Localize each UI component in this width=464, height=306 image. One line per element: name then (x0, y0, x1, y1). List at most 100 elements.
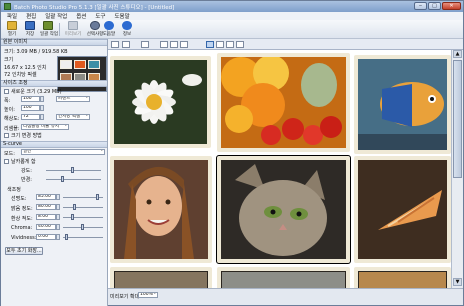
zoom-select[interactable]: 100% (138, 292, 158, 298)
menu-edit[interactable]: 편집 (26, 12, 36, 20)
photo-shell[interactable] (354, 156, 451, 263)
source-dpi: 72 인치당 픽셀 (4, 72, 37, 78)
source-size-text: 크기: 3.09 MB / 919.58 KB (4, 49, 68, 55)
resample-select[interactable]: 리샘플링 비율 유지 (21, 124, 69, 130)
menu-help[interactable]: 도움말 (115, 12, 130, 20)
width-input[interactable]: 100 (21, 96, 40, 102)
info-button[interactable]: 정보 (119, 21, 135, 38)
photo-woman[interactable] (110, 156, 212, 263)
forward-icon[interactable] (122, 41, 130, 48)
app-icon (4, 3, 11, 10)
brightness-spinner[interactable] (56, 194, 60, 200)
scroll-down-arrow[interactable]: ▼ (453, 278, 462, 286)
single-view-icon[interactable] (226, 41, 234, 48)
thumbnail-photo (88, 60, 100, 69)
settings-panel: 원본 이미지 크기: 3.09 MB / 919.58 KB 크기 16.67 … (1, 39, 108, 306)
open-button[interactable]: 열기 (4, 21, 20, 38)
source-resolution: 16.67 x 12.5 인치 (4, 65, 47, 71)
width-label: 폭: (4, 98, 11, 104)
hue-slider-track[interactable] (63, 217, 103, 218)
help-button[interactable]: 도움말 (101, 21, 117, 38)
menu-file[interactable]: 파일 (7, 12, 17, 20)
status-bar: 미리보기 확대: 100% (108, 288, 463, 305)
brightness-label: 선명도: (11, 196, 27, 202)
hue-label: 환상 적도: (11, 216, 33, 222)
width-spinner[interactable] (40, 96, 44, 102)
brightness-slider-thumb[interactable] (96, 194, 99, 200)
photo-partial-1[interactable] (110, 267, 212, 288)
vividness-slider-thumb[interactable] (65, 234, 68, 240)
photo-cat[interactable] (216, 155, 351, 264)
actual-size-icon[interactable] (180, 41, 188, 48)
compare-view-icon[interactable] (216, 41, 224, 48)
crop-icon[interactable] (141, 41, 149, 48)
photo-fruits[interactable] (217, 53, 350, 152)
hue-input[interactable]: 8.00 (36, 214, 56, 220)
open-folder-icon (7, 21, 17, 30)
radius-slider-track[interactable] (46, 179, 101, 180)
mode-select[interactable]: 일반 (21, 149, 105, 155)
toolbar-separator (59, 23, 60, 36)
batch-button[interactable]: 일괄 작업 (40, 21, 58, 38)
title-bar[interactable]: Batch Photo Studio Pro 5.1.3 [일괄 사진 스튜디오… (1, 1, 463, 12)
fit-height-icon[interactable] (170, 41, 178, 48)
resolution-input[interactable]: 72 (21, 114, 40, 120)
height-spinner[interactable] (40, 105, 44, 111)
width-unit-select[interactable]: 퍼센트 (56, 96, 90, 102)
vividness-slider-track[interactable] (63, 237, 103, 238)
photo-partial-3[interactable] (354, 267, 451, 288)
filter-section-header[interactable]: S-curve (1, 141, 107, 148)
photo-fish[interactable] (354, 55, 451, 154)
list-view-icon[interactable] (236, 41, 244, 48)
contrast-label: 밝음 정도: (11, 206, 33, 212)
fruits-image (221, 57, 346, 148)
fit-width-icon[interactable] (160, 41, 168, 48)
grid-view-icon[interactable] (206, 41, 214, 48)
hue-slider-thumb[interactable] (71, 214, 74, 220)
back-icon[interactable] (111, 41, 119, 48)
vertical-scrollbar[interactable]: ▲ ▼ (451, 50, 463, 288)
contrast-input[interactable]: 80.00 (36, 204, 56, 210)
reset-all-button[interactable]: 모두 초기 화장... (5, 247, 43, 255)
application-window: Batch Photo Studio Pro 5.1.3 [일괄 사진 스튜디오… (0, 0, 464, 306)
preview-icon (68, 21, 78, 30)
contrast-spinner[interactable] (56, 204, 60, 210)
chroma-input[interactable]: 40.00 (36, 224, 56, 230)
vividness-spinner[interactable] (56, 234, 60, 240)
photo-daisy[interactable] (110, 56, 211, 148)
maximize-button[interactable]: □ (428, 2, 441, 10)
radius-slider-thumb[interactable] (61, 176, 64, 182)
height-input[interactable]: 100 (21, 105, 40, 111)
photo-partial-2[interactable] (217, 267, 350, 288)
close-button[interactable]: ✕ (442, 2, 461, 10)
vividness-label: Vividness: (11, 235, 37, 241)
sharpen-checkbox[interactable] (4, 159, 9, 164)
menu-batch[interactable]: 일괄 작업 (45, 12, 67, 20)
keep-ratio-checkbox[interactable] (4, 133, 9, 138)
strength-slider-thumb[interactable] (71, 167, 74, 173)
menu-options[interactable]: 옵션 (76, 12, 86, 20)
daisy-image (114, 60, 207, 144)
adjust-section-label: 색조정 (7, 187, 21, 193)
hue-spinner[interactable] (56, 214, 60, 220)
contrast-slider-track[interactable] (63, 207, 103, 208)
chroma-spinner[interactable] (56, 224, 60, 230)
source-section-header[interactable]: 원본 이미지 (1, 39, 107, 46)
save-button[interactable]: 저장 (22, 21, 38, 38)
resolution-spinner[interactable] (40, 114, 44, 120)
scroll-thumb[interactable] (453, 60, 462, 178)
preview-canvas[interactable] (108, 50, 451, 288)
resolution-unit-select[interactable]: 인치당 픽셀 (56, 114, 90, 120)
scroll-up-arrow[interactable]: ▲ (453, 50, 462, 58)
resize-section-header[interactable]: 사이즈 조정 (1, 80, 107, 87)
menu-tools[interactable]: 도구 (95, 12, 105, 20)
chroma-slider-thumb[interactable] (81, 224, 84, 230)
vividness-input[interactable]: 0.00 (36, 234, 56, 240)
thumbnail-photo (60, 60, 72, 69)
preview-button[interactable]: 미리보기 (63, 21, 83, 38)
contrast-slider-thumb[interactable] (73, 204, 76, 210)
resize-checkbox[interactable] (4, 89, 9, 94)
minimize-button[interactable]: ‒ (414, 2, 427, 10)
info-icon (122, 21, 132, 30)
brightness-input[interactable]: 85.00 (36, 194, 56, 200)
